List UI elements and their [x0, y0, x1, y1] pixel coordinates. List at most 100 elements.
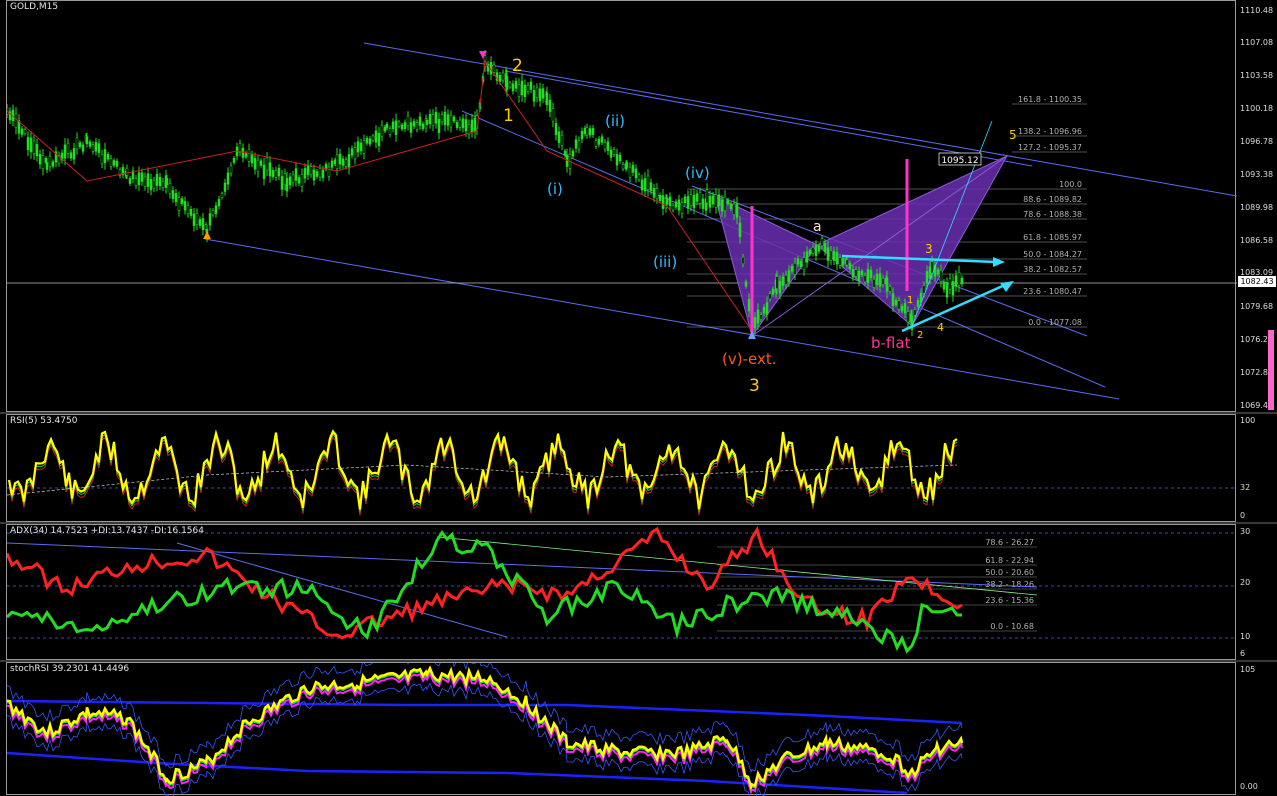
- price-candle-body: [406, 115, 410, 126]
- fib-level-label: 127.2 - 1095.37: [1018, 143, 1082, 152]
- wave-label: (i): [547, 180, 563, 198]
- price-candle-body: [609, 149, 613, 158]
- price-candle-body: [223, 182, 227, 192]
- adx-fib-label: 23.6 - 15.36: [985, 596, 1034, 605]
- rsi-plot-area[interactable]: [6, 414, 1237, 522]
- price-candle-body: [661, 195, 665, 209]
- fib-level-label: 138.2 - 1096.96: [1018, 127, 1082, 136]
- price-candle-body: [775, 276, 779, 289]
- price-candle-body: [665, 197, 669, 205]
- price-candle-body: [781, 276, 785, 286]
- price-candle-body: [903, 303, 907, 314]
- price-candle-body: [501, 72, 505, 81]
- price-candle-body: [805, 251, 809, 263]
- price-candle-body: [321, 169, 325, 179]
- price-candle-body: [643, 178, 647, 192]
- price-candle-body: [634, 168, 638, 179]
- price-candle-body: [359, 142, 363, 152]
- price-candle-body: [353, 147, 357, 160]
- price-candle-body: [470, 119, 474, 132]
- price-candle-body: [591, 128, 595, 135]
- adx-pane[interactable]: 78.6 - 26.27 61.8 - 22.94 50.0 - 20.60 38.2…: [0, 524, 1277, 660]
- rsi-pane[interactable]: RSI(5) 53.4750 100 32 0: [0, 414, 1277, 522]
- price-candle-body: [140, 172, 144, 182]
- price-candle-body: [443, 111, 447, 126]
- price-candle-body: [787, 270, 791, 282]
- price-candle-body: [180, 198, 184, 204]
- price-candle-body: [928, 266, 932, 279]
- price-candle-body: [158, 176, 162, 187]
- price-candle-body: [371, 135, 375, 141]
- price-candle-body: [201, 218, 205, 231]
- price-candle-body: [32, 140, 36, 154]
- price-candle-body: [826, 247, 830, 261]
- stochrsi-plot-area[interactable]: [6, 662, 1236, 796]
- price-candle-body: [526, 84, 530, 92]
- stoch-band-line: [7, 699, 963, 725]
- price-candle-body: [863, 275, 867, 283]
- price-candle-body: [845, 259, 849, 266]
- price-candle-body: [380, 125, 384, 137]
- current-price-tag: 1082.43: [1238, 276, 1276, 287]
- price-candle-body: [771, 288, 775, 295]
- price-candle-body: [580, 131, 584, 140]
- price-candle-body: [615, 153, 619, 166]
- price-candle-body: [900, 305, 904, 312]
- price-plot-area[interactable]: 161.8 - 1100.35 138.2 - 1096.96 127.2 - 10…: [6, 0, 1237, 413]
- wave-label: a: [813, 219, 822, 235]
- price-candle-body: [765, 302, 769, 315]
- price-candle-body: [922, 285, 926, 294]
- price-candle-body: [668, 196, 672, 206]
- price-candle-body: [625, 162, 629, 168]
- price-candle-body: [637, 174, 641, 180]
- price-candle-body: [277, 167, 281, 177]
- price-candle-body: [838, 257, 842, 266]
- price-candle-body: [72, 148, 76, 160]
- fib-level-label: 0.0 - 1077.08: [1028, 318, 1082, 327]
- price-candle-body: [318, 168, 322, 178]
- price-candle-body: [48, 156, 52, 167]
- price-candle-body: [866, 268, 870, 283]
- axis-tick-label: 10: [1240, 632, 1251, 641]
- price-candle-body: [85, 136, 89, 145]
- price-candle-body: [115, 160, 119, 167]
- price-candle-body: [557, 131, 561, 143]
- price-candle-body: [217, 198, 221, 207]
- price-candle-body: [881, 278, 885, 285]
- price-candle-body: [128, 178, 132, 184]
- price-candle-body: [520, 80, 524, 96]
- price-candle-body: [854, 269, 858, 277]
- price-candle-body: [948, 278, 952, 290]
- price-candle-body: [790, 266, 794, 272]
- price-candle-body: [250, 154, 254, 164]
- stochrsi-pane[interactable]: stochRSI 39.2301 41.4496 105 0.00: [0, 662, 1277, 796]
- price-candle-body: [778, 280, 782, 294]
- price-candle-body: [265, 157, 269, 171]
- price-chart[interactable]: 161.8 - 1100.35 138.2 - 1096.96 127.2 - 10…: [7, 1, 1237, 413]
- price-candle-body: [594, 140, 598, 147]
- price-candle-body: [51, 161, 55, 167]
- price-candle-body: [692, 194, 696, 209]
- price-candle-body: [29, 137, 33, 153]
- price-candle-body: [134, 178, 138, 186]
- rsi-signal-line: [8, 436, 958, 516]
- price-candle-body: [333, 159, 337, 165]
- price-candle-body: [35, 144, 39, 157]
- price-candle-body: [183, 200, 187, 211]
- price-candle-body: [23, 129, 27, 134]
- price-pane[interactable]: 161.8 - 1100.35 138.2 - 1096.96 127.2 - 10…: [0, 0, 1277, 412]
- price-candle-body: [449, 115, 453, 128]
- price-candle-body: [146, 173, 150, 187]
- price-candle-body: [954, 275, 958, 287]
- price-candle-body: [464, 119, 468, 132]
- price-candle-body: [875, 273, 879, 285]
- price-candle-body: [186, 205, 190, 214]
- adx-plot-area[interactable]: 78.6 - 26.27 61.8 - 22.94 50.0 - 20.60 38.2…: [6, 524, 1237, 660]
- price-candle-body: [341, 158, 345, 166]
- price-candle-body: [315, 171, 319, 177]
- price-candle-body: [832, 251, 836, 261]
- wave-label: 4: [937, 321, 944, 334]
- price-candle-body: [735, 203, 739, 218]
- price-candle-body: [452, 116, 456, 122]
- price-candle-body: [69, 152, 73, 159]
